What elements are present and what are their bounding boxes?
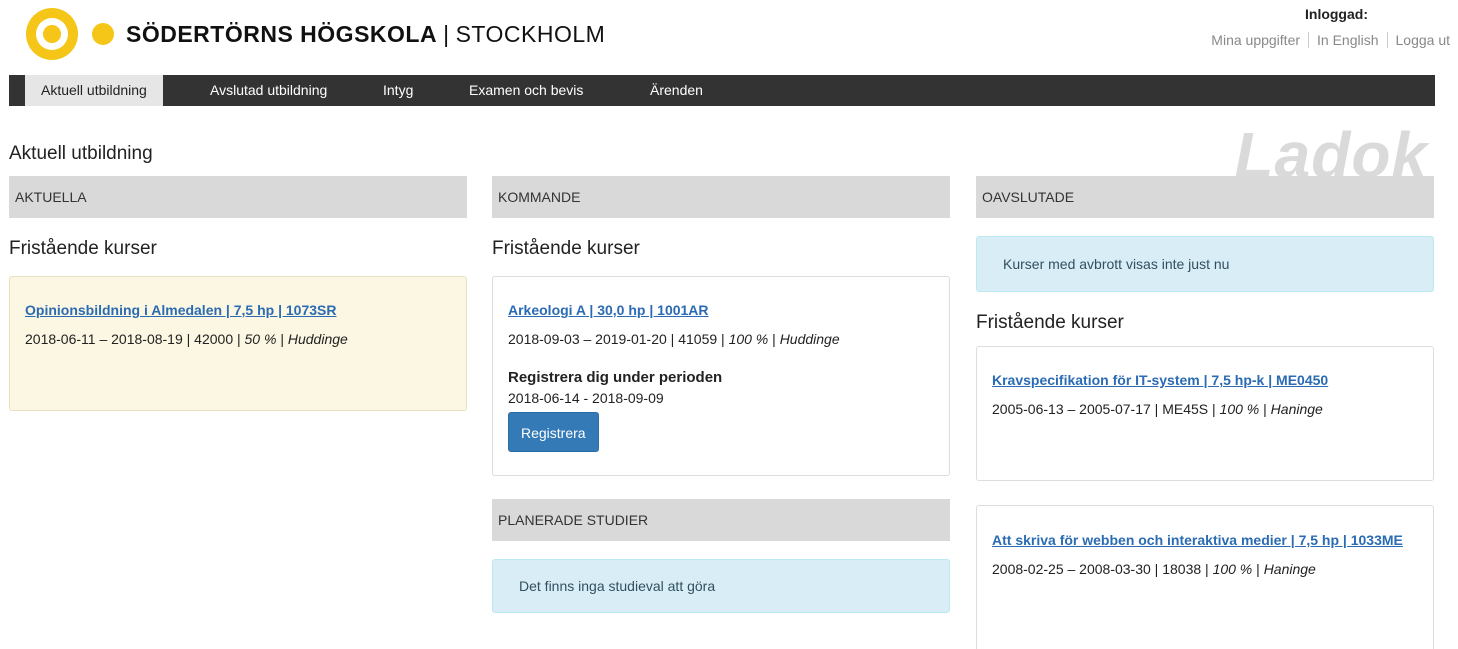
course-meta: 2008-02-25 – 2008-03-30 | 18038 | 100 % … [992, 559, 1418, 579]
column-kommande: KOMMANDE Fristående kurser Arkeologi A |… [492, 176, 950, 613]
course-link[interactable]: Arkeologi A | 30,0 hp | 1001AR [508, 301, 934, 319]
section-header-aktuella: AKTUELLA [9, 176, 467, 218]
course-dates: 2018-09-03 – 2019-01-20 | 41059 | [508, 331, 729, 347]
course-pace: 100 % [728, 331, 769, 347]
course-location: Huddinge [779, 331, 840, 347]
brand-separator: | [443, 20, 450, 47]
english-link[interactable]: In English [1308, 32, 1386, 48]
user-links: Mina uppgifter In English Logga ut [1203, 32, 1458, 48]
info-interrupted-courses: Kurser med avbrott visas inte just nu [976, 236, 1434, 292]
section-header-oavslutade: OAVSLUTADE [976, 176, 1434, 218]
tab-intyg[interactable]: Intyg [367, 75, 429, 106]
logo-dot-icon [92, 23, 114, 45]
section-header-kommande: KOMMANDE [492, 176, 950, 218]
course-location: Haninge [1263, 561, 1316, 577]
tab-aktuell-utbildning[interactable]: Aktuell utbildning [25, 75, 163, 106]
course-pace: 100 % [1212, 561, 1253, 577]
course-card: Arkeologi A | 30,0 hp | 1001AR 2018-09-0… [492, 276, 950, 476]
subtitle-fristaende-kurser: Fristående kurser [492, 238, 640, 259]
tab-arenden[interactable]: Ärenden [634, 75, 719, 106]
course-card: Att skriva för webben och interaktiva me… [976, 505, 1434, 649]
user-box: Inloggad: Mina uppgifter In English Logg… [1203, 6, 1458, 48]
course-separator: | [768, 331, 780, 347]
register-button[interactable]: Registrera [508, 412, 599, 452]
brand-city: STOCKHOLM [455, 20, 606, 47]
tab-avslutad-utbildning[interactable]: Avslutad utbildning [194, 75, 343, 106]
logo-ring-icon [26, 8, 78, 60]
tab-examen-och-bevis[interactable]: Examen och bevis [453, 75, 599, 106]
logout-link[interactable]: Logga ut [1386, 32, 1458, 48]
course-meta: 2018-09-03 – 2019-01-20 | 41059 | 100 % … [508, 329, 934, 349]
course-dates: 2018-06-11 – 2018-08-19 | 42000 | [25, 331, 245, 347]
column-aktuella: AKTUELLA Fristående kurser Opinionsbildn… [9, 176, 467, 411]
course-meta: 2018-06-11 – 2018-08-19 | 42000 | 50 % |… [25, 329, 451, 349]
register-period: 2018-06-14 - 2018-09-09 [508, 390, 664, 406]
course-separator: | [1252, 561, 1264, 577]
course-link[interactable]: Opinionsbildning i Almedalen | 7,5 hp | … [25, 301, 451, 319]
section-header-planerade: PLANERADE STUDIER [492, 499, 950, 541]
course-meta: 2005-06-13 – 2005-07-17 | ME45S | 100 % … [992, 399, 1418, 419]
register-heading: Registrera dig under perioden [508, 369, 723, 386]
course-pace: 50 % [244, 331, 277, 347]
course-location: Haninge [1270, 401, 1323, 417]
course-card: Opinionsbildning i Almedalen | 7,5 hp | … [9, 276, 467, 411]
course-link[interactable]: Att skriva för webben och interaktiva me… [992, 531, 1418, 549]
brand-title: SÖDERTÖRNS HÖGSKOLA [126, 20, 438, 47]
brand-logo[interactable]: SÖDERTÖRNS HÖGSKOLA | STOCKHOLM [26, 8, 605, 60]
subtitle-fristaende-kurser: Fristående kurser [976, 312, 1124, 333]
page-title: Aktuell utbildning [9, 143, 153, 164]
main-nav: Aktuell utbildning Avslutad utbildning I… [9, 75, 1435, 106]
course-separator: | [276, 331, 288, 347]
my-details-link[interactable]: Mina uppgifter [1203, 32, 1308, 48]
subtitle-fristaende-kurser: Fristående kurser [9, 238, 157, 259]
course-location: Huddinge [287, 331, 348, 347]
course-separator: | [1259, 401, 1271, 417]
course-dates: 2005-06-13 – 2005-07-17 | ME45S | [992, 401, 1220, 417]
logged-in-label: Inloggad: [1305, 6, 1368, 22]
info-no-study-choices: Det finns inga studieval att göra [492, 559, 950, 613]
course-card: Kravspecifikation för IT-system | 7,5 hp… [976, 346, 1434, 481]
course-link[interactable]: Kravspecifikation för IT-system | 7,5 hp… [992, 371, 1418, 389]
column-oavslutade: OAVSLUTADE Kurser med avbrott visas inte… [976, 176, 1434, 649]
brand-name: SÖDERTÖRNS HÖGSKOLA | STOCKHOLM [126, 21, 605, 48]
course-pace: 100 % [1219, 401, 1260, 417]
course-dates: 2008-02-25 – 2008-03-30 | 18038 | [992, 561, 1213, 577]
